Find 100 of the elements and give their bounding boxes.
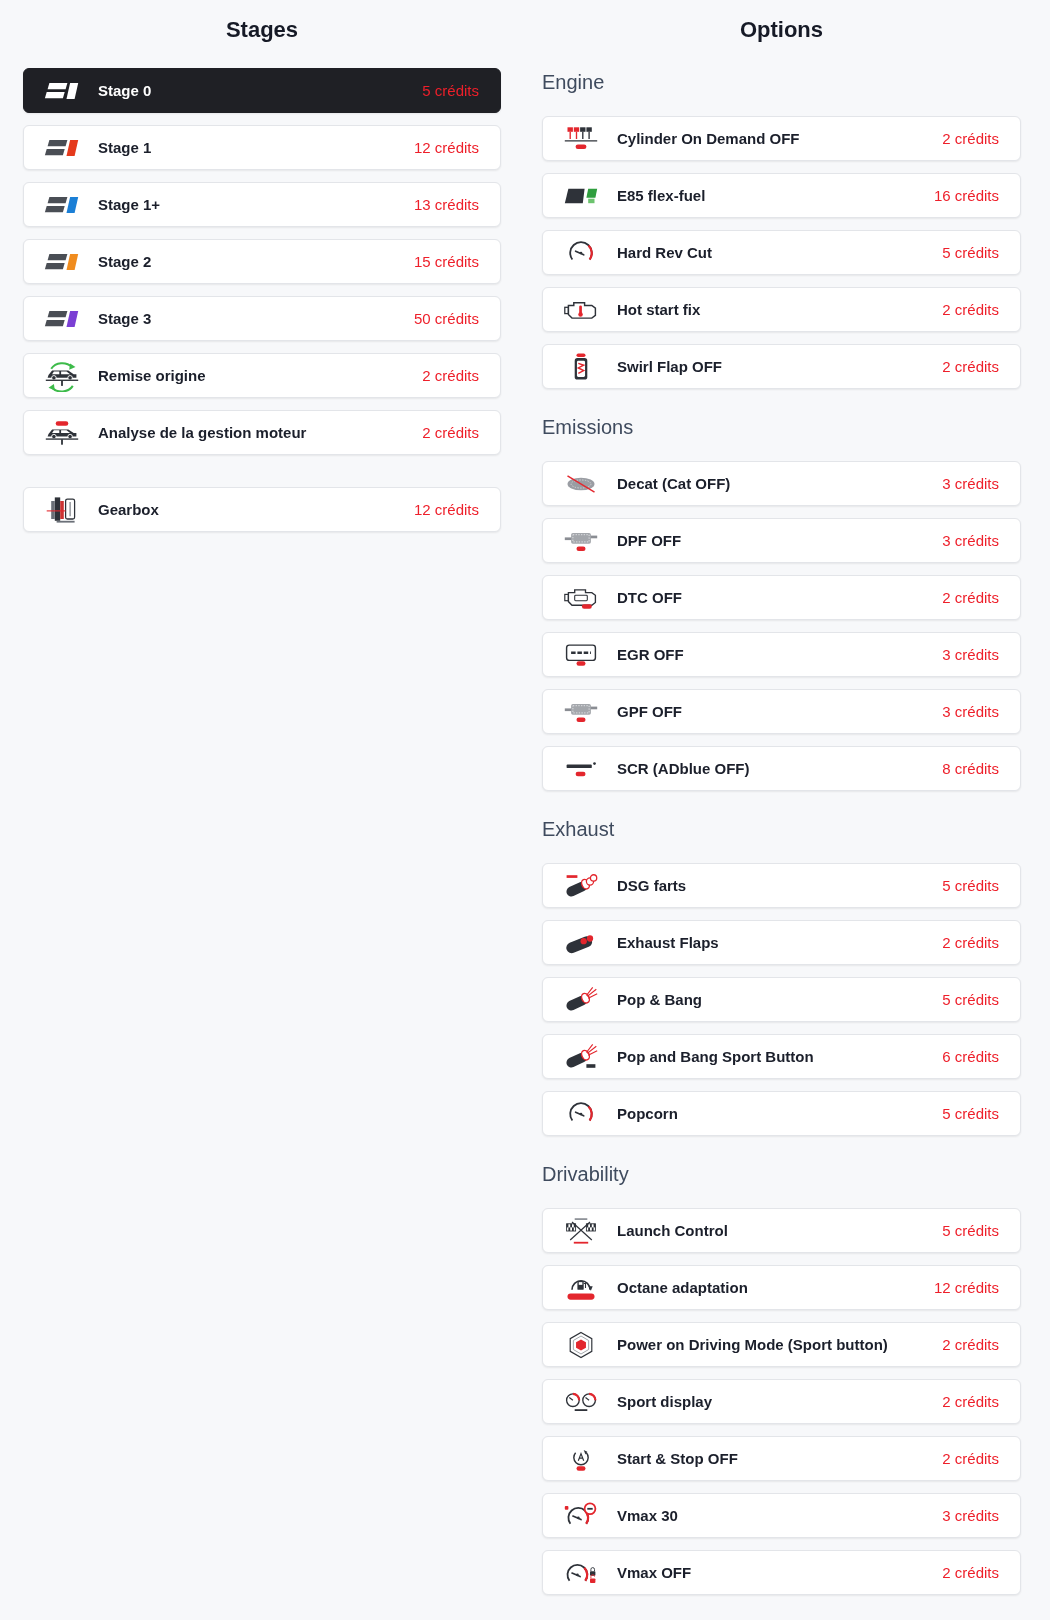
- option-card[interactable]: Vmax 30 3 crédits: [542, 1493, 1021, 1538]
- credit-price: 2 crédits: [942, 589, 999, 606]
- option-name: GPF OFF: [617, 703, 683, 720]
- option-card[interactable]: Swirl Flap OFF 2 crédits: [542, 344, 1021, 389]
- credit-price: 2 crédits: [942, 1450, 999, 1467]
- credit-price: 2 crédits: [942, 1564, 999, 1581]
- option-card[interactable]: Sport display 2 crédits: [542, 1379, 1021, 1424]
- option-card[interactable]: Remise origine 2 crédits: [23, 353, 501, 398]
- option-card[interactable]: Stage 1+ 13 crédits: [23, 182, 501, 227]
- option-name: Hard Rev Cut: [617, 244, 714, 261]
- credit-price: 5 crédits: [942, 1222, 999, 1239]
- option-name: Stage 1: [98, 139, 153, 156]
- option-name: Gearbox: [98, 501, 160, 518]
- option-card[interactable]: Gearbox 12 crédits: [23, 487, 501, 532]
- option-name: Decat (Cat OFF): [617, 475, 732, 492]
- option-card[interactable]: Hard Rev Cut 5 crédits: [542, 230, 1021, 275]
- option-name: Octane adaptation: [617, 1279, 749, 1296]
- section-heading: Exhaust: [542, 817, 615, 841]
- credit-price: 5 crédits: [942, 991, 999, 1008]
- credit-price: 2 crédits: [942, 301, 999, 318]
- option-card[interactable]: Hot start fix 2 crédits: [542, 287, 1021, 332]
- option-name: Cylinder On Demand OFF: [617, 130, 801, 147]
- section-heading: Drivability: [542, 1162, 629, 1186]
- option-name: Launch Control: [617, 1222, 729, 1239]
- option-card[interactable]: Launch Control 5 crédits: [542, 1208, 1021, 1253]
- option-name: Pop and Bang Sport Button: [617, 1048, 815, 1065]
- option-card[interactable]: Exhaust Flaps 2 crédits: [542, 920, 1021, 965]
- credit-price: 3 crédits: [942, 646, 999, 663]
- credit-price: 3 crédits: [942, 703, 999, 720]
- option-name: EGR OFF: [617, 646, 685, 663]
- credit-price: 3 crédits: [942, 1507, 999, 1524]
- option-card[interactable]: Cylinder On Demand OFF 2 crédits: [542, 116, 1021, 161]
- credit-price: 13 crédits: [413, 196, 479, 213]
- option-card[interactable]: GPF OFF 3 crédits: [542, 689, 1021, 734]
- option-name: DTC OFF: [617, 589, 683, 606]
- option-name: Power on Driving Mode (Sport button): [617, 1336, 889, 1353]
- option-card[interactable]: E85 flex-fuel 16 crédits: [542, 173, 1021, 218]
- option-name: Stage 3: [98, 310, 153, 327]
- credit-price: 2 crédits: [942, 130, 999, 147]
- credit-price: 15 crédits: [413, 253, 479, 270]
- section-heading: Emissions: [542, 415, 634, 439]
- option-card[interactable]: Stage 0 5 crédits: [23, 68, 501, 113]
- option-name: Popcorn: [617, 1105, 679, 1122]
- column-title: Options: [738, 16, 825, 44]
- option-card[interactable]: Pop and Bang Sport Button 6 crédits: [542, 1034, 1021, 1079]
- option-name: Hot start fix: [617, 301, 702, 318]
- option-name: Start & Stop OFF: [617, 1450, 739, 1467]
- credit-price: 3 crédits: [942, 532, 999, 549]
- credit-price: 5 crédits: [942, 244, 999, 261]
- credit-price: 2 crédits: [942, 1393, 999, 1410]
- credit-price: 5 crédits: [422, 82, 479, 99]
- option-card[interactable]: DTC OFF 2 crédits: [542, 575, 1021, 620]
- option-name: DSG farts: [617, 877, 688, 894]
- option-card[interactable]: Stage 1 12 crédits: [23, 125, 501, 170]
- option-card[interactable]: Decat (Cat OFF) 3 crédits: [542, 461, 1021, 506]
- option-name: SCR (ADblue OFF): [617, 760, 751, 777]
- column-title: Stages: [224, 16, 300, 44]
- option-card[interactable]: EGR OFF 3 crédits: [542, 632, 1021, 677]
- option-card[interactable]: Stage 3 50 crédits: [23, 296, 501, 341]
- option-card[interactable]: DPF OFF 3 crédits: [542, 518, 1021, 563]
- credit-price: 50 crédits: [413, 310, 479, 327]
- credit-price: 2 crédits: [942, 358, 999, 375]
- option-name: DPF OFF: [617, 532, 683, 549]
- option-card[interactable]: Popcorn 5 crédits: [542, 1091, 1021, 1136]
- option-card[interactable]: SCR (ADblue OFF) 8 crédits: [542, 746, 1021, 791]
- credit-price: 12 crédits: [413, 139, 479, 156]
- option-card[interactable]: Power on Driving Mode (Sport button) 2 crédits: [542, 1322, 1021, 1367]
- credit-price: 2 crédits: [942, 934, 999, 951]
- option-name: Stage 2: [98, 253, 153, 270]
- option-card[interactable]: Vmax OFF 2 crédits: [542, 1550, 1021, 1595]
- option-card[interactable]: Analyse de la gestion moteur 2 crédits: [23, 410, 501, 455]
- credit-price: 12 crédits: [933, 1279, 999, 1296]
- option-name: Sport display: [617, 1393, 714, 1410]
- option-card[interactable]: DSG farts 5 crédits: [542, 863, 1021, 908]
- credit-price: 2 crédits: [422, 424, 479, 441]
- option-name: Stage 1+: [98, 196, 162, 213]
- credit-price: 6 crédits: [942, 1048, 999, 1065]
- option-card[interactable]: Octane adaptation 12 crédits: [542, 1265, 1021, 1310]
- option-name: E85 flex-fuel: [617, 187, 707, 204]
- section-heading: Engine: [542, 70, 605, 94]
- option-name: Vmax 30: [617, 1507, 679, 1524]
- option-name: Remise origine: [98, 367, 207, 384]
- option-card[interactable]: Start & Stop OFF 2 crédits: [542, 1436, 1021, 1481]
- option-card[interactable]: Stage 2 15 crédits: [23, 239, 501, 284]
- credit-price: 12 crédits: [413, 501, 479, 518]
- option-name: Analyse de la gestion moteur: [98, 424, 308, 441]
- option-name: Stage 0: [98, 82, 153, 99]
- option-card[interactable]: Pop & Bang 5 crédits: [542, 977, 1021, 1022]
- credit-price: 2 crédits: [422, 367, 479, 384]
- option-name: Pop & Bang: [617, 991, 703, 1008]
- car-lift-arrows-icon: [44, 359, 80, 392]
- option-name: Swirl Flap OFF: [617, 358, 723, 375]
- credit-price: 5 crédits: [942, 1105, 999, 1122]
- option-name: Vmax OFF: [617, 1564, 693, 1581]
- credit-price: 8 crédits: [942, 760, 999, 777]
- credit-price: 5 crédits: [942, 877, 999, 894]
- credit-price: 16 crédits: [933, 187, 999, 204]
- option-name: Exhaust Flaps: [617, 934, 720, 951]
- credit-price: 3 crédits: [942, 475, 999, 492]
- checkered-flags-icon: [563, 1215, 599, 1246]
